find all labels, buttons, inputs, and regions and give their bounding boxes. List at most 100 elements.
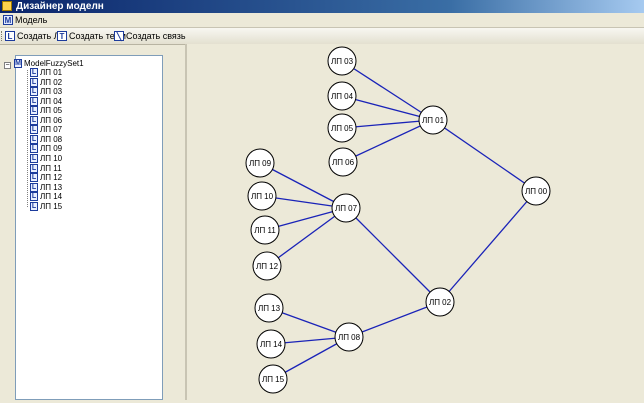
- graph-node-label: ЛП 05: [331, 124, 354, 133]
- toolbar: L Создать ЛП T Создать терм ╲ Создать св…: [0, 28, 644, 45]
- tree-item[interactable]: L ЛП 11: [30, 163, 62, 173]
- graph-node[interactable]: ЛП 02: [425, 287, 455, 317]
- tree-item[interactable]: L ЛП 07: [30, 125, 63, 135]
- tree-item-label: ЛП 08: [40, 134, 63, 144]
- tree-item[interactable]: L ЛП 04: [30, 96, 63, 106]
- menu-bar: M Модель: [0, 13, 644, 28]
- linguistic-variable-icon: L: [30, 125, 38, 135]
- tree-item-label: ЛП 01: [40, 68, 63, 77]
- app-icon: [2, 1, 12, 11]
- graph-node[interactable]: ЛП 15: [258, 364, 288, 394]
- model-icon: M: [14, 59, 22, 68]
- tree-item-label: ЛП 02: [40, 77, 63, 87]
- tree-guide-line: [27, 70, 28, 207]
- graph-node[interactable]: ЛП 00: [521, 176, 551, 206]
- graph-node[interactable]: ЛП 04: [327, 81, 357, 111]
- graph-node-label: ЛП 01: [422, 116, 445, 125]
- graph-node[interactable]: ЛП 12: [252, 251, 282, 281]
- graph-node-label: ЛП 04: [331, 92, 354, 101]
- tree-item[interactable]: L ЛП 01: [30, 68, 62, 77]
- graph-node-label: ЛП 07: [335, 204, 358, 213]
- linguistic-variable-icon: L: [30, 144, 38, 154]
- tree-item-label: ЛП 15: [40, 201, 63, 211]
- graph-node[interactable]: ЛП 11: [250, 215, 280, 245]
- linguistic-variable-icon: L: [30, 68, 38, 77]
- graph-node[interactable]: ЛП 07: [331, 193, 361, 223]
- graph-edge[interactable]: [266, 207, 347, 267]
- tree-item[interactable]: L ЛП 05: [30, 106, 62, 116]
- link-icon: ╲: [114, 31, 124, 41]
- graph-node-label: ЛП 08: [338, 333, 361, 342]
- graph-node[interactable]: ЛП 03: [327, 46, 357, 76]
- linguistic-variable-icon: L: [5, 31, 15, 41]
- graph-diagram[interactable]: ЛП 00 ЛП 01 ЛП 02 ЛП 03 ЛП 04 ЛП 05 ЛП 06 ЛП 07…: [187, 44, 644, 400]
- graph-node[interactable]: ЛП 10: [247, 181, 277, 211]
- graph-node[interactable]: ЛП 09: [245, 148, 275, 178]
- graph-edge[interactable]: [348, 301, 441, 338]
- graph-node-label: ЛП 12: [256, 262, 279, 271]
- graph-node-label: ЛП 06: [332, 158, 355, 167]
- linguistic-variable-icon: L: [30, 106, 38, 116]
- tree-item-label: ЛП 10: [40, 153, 63, 163]
- menu-model[interactable]: M Модель: [3, 14, 47, 26]
- graph-node-label: ЛП 03: [331, 57, 354, 66]
- tree-item[interactable]: L ЛП 03: [30, 87, 63, 97]
- tree-item-label: ЛП 13: [40, 182, 63, 192]
- graph-node-label: ЛП 09: [249, 159, 272, 168]
- graph-node[interactable]: ЛП 14: [256, 329, 286, 359]
- tree-item-label: ЛП 04: [40, 96, 63, 106]
- tree-root[interactable]: M ModelFuzzySet1: [14, 59, 84, 68]
- tree-item-label: ЛП 11: [40, 163, 62, 173]
- linguistic-variable-icon: L: [30, 182, 38, 192]
- tree-item[interactable]: L ЛП 08: [30, 134, 63, 144]
- graph-edge[interactable]: [432, 119, 537, 192]
- graph-node-label: ЛП 13: [258, 304, 281, 313]
- graph-edges: [259, 60, 537, 380]
- tree-item-label: ЛП 14: [40, 192, 63, 202]
- graph-node-label: ЛП 00: [525, 187, 548, 196]
- graph-node[interactable]: ЛП 08: [334, 322, 364, 352]
- tree-item-label: ЛП 09: [40, 144, 63, 154]
- diagram-canvas[interactable]: ЛП 00 ЛП 01 ЛП 02 ЛП 03 ЛП 04 ЛП 05 ЛП 06 ЛП 07…: [187, 44, 644, 400]
- linguistic-variable-icon: L: [30, 115, 38, 125]
- tree-item[interactable]: L ЛП 12: [30, 173, 63, 183]
- graph-node-label: ЛП 10: [251, 192, 274, 201]
- model-icon: M: [3, 15, 13, 25]
- tree-root-label: ModelFuzzySet1: [24, 59, 84, 68]
- tree-item[interactable]: L ЛП 13: [30, 182, 63, 192]
- linguistic-variable-icon: L: [30, 173, 38, 183]
- menu-model-label: Модель: [15, 15, 48, 25]
- graph-node-label: ЛП 15: [262, 375, 285, 384]
- linguistic-variable-icon: L: [30, 201, 38, 211]
- create-link-button[interactable]: ╲ Создать связь: [114, 30, 186, 42]
- graph-node-label: ЛП 11: [254, 226, 276, 235]
- linguistic-variable-icon: L: [30, 96, 38, 106]
- window-title: Дизайнер моделн: [16, 1, 104, 12]
- graph-node[interactable]: ЛП 05: [327, 113, 357, 143]
- tree-item-label: ЛП 12: [40, 173, 63, 183]
- graph-node[interactable]: ЛП 06: [328, 147, 358, 177]
- graph-edge[interactable]: [341, 60, 434, 121]
- term-icon: T: [57, 31, 67, 41]
- tree-item[interactable]: L ЛП 14: [30, 192, 63, 202]
- graph-node[interactable]: ЛП 13: [254, 293, 284, 323]
- tree-item-label: ЛП 07: [40, 125, 63, 135]
- graph-edge[interactable]: [345, 207, 441, 303]
- tree-item[interactable]: L ЛП 10: [30, 153, 63, 163]
- tree-item[interactable]: L ЛП 02: [30, 77, 63, 87]
- linguistic-variable-icon: L: [30, 134, 38, 144]
- tree-item[interactable]: L ЛП 09: [30, 144, 63, 154]
- graph-node-label: ЛП 02: [429, 298, 452, 307]
- linguistic-variable-icon: L: [30, 77, 38, 87]
- tree-collapse-toggle[interactable]: −: [4, 62, 11, 69]
- tree-item-label: ЛП 03: [40, 87, 63, 97]
- linguistic-variable-icon: L: [30, 163, 38, 173]
- tree-item[interactable]: L ЛП 15: [30, 201, 63, 211]
- title-bar: Дизайнер моделн: [0, 0, 644, 13]
- graph-edge[interactable]: [439, 190, 537, 303]
- toolbar-grip[interactable]: [1, 31, 4, 41]
- tree-item[interactable]: L ЛП 06: [30, 115, 62, 125]
- graph-node-label: ЛП 14: [260, 340, 283, 349]
- graph-node[interactable]: ЛП 01: [418, 105, 448, 135]
- linguistic-variable-icon: L: [30, 87, 38, 97]
